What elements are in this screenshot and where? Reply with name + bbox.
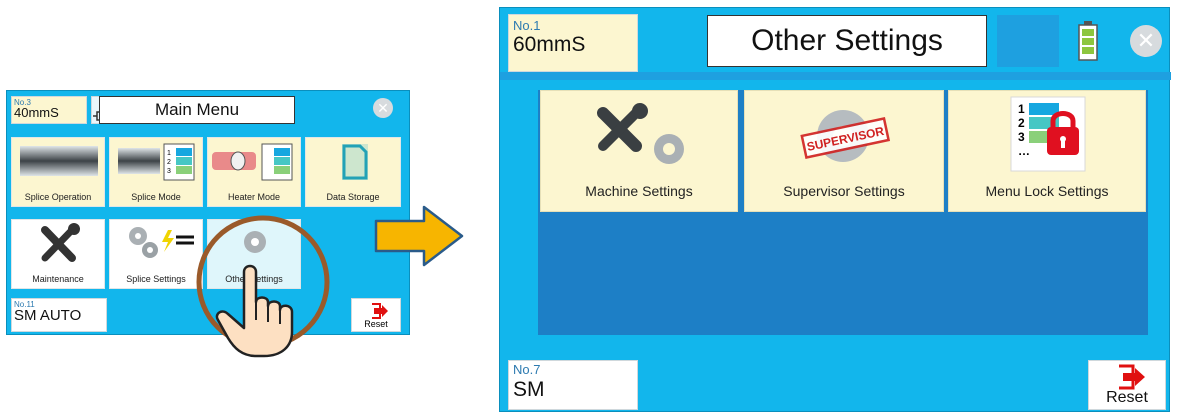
reset-button[interactable]: Reset	[351, 298, 401, 332]
page-title: Other Settings	[707, 15, 987, 67]
header-divider	[500, 72, 1171, 80]
close-icon[interactable]: ✕	[1130, 25, 1162, 57]
tile-label: Supervisor Settings	[783, 183, 905, 199]
status-area	[997, 15, 1059, 67]
svg-text:3: 3	[1018, 130, 1025, 144]
exit-icon	[1119, 364, 1145, 390]
tile-label: Menu Lock Settings	[985, 183, 1109, 199]
svg-text:…: …	[1018, 144, 1030, 158]
pointing-hand-icon	[215, 264, 294, 358]
tile-label: Maintenance	[32, 274, 84, 284]
profile-number: No.1	[513, 18, 541, 33]
svg-text:3: 3	[167, 168, 171, 175]
page-title: Main Menu	[99, 96, 295, 124]
data-storage-icon	[342, 144, 368, 180]
profile-mode: 40mmS	[14, 105, 59, 120]
right-arrow-icon	[374, 205, 464, 267]
right-screen: No.1 60mmS Other Settings ✕ Machine Sett…	[499, 7, 1171, 412]
svg-text:2: 2	[167, 159, 171, 166]
tile-heater-mode[interactable]: Heater Mode	[207, 137, 301, 207]
tile-label: Splice Operation	[24, 192, 92, 202]
tile-label: Splice Settings	[126, 274, 186, 284]
tile-maintenance[interactable]: Maintenance	[11, 219, 105, 289]
tools-gear-icon	[581, 101, 699, 171]
reset-button[interactable]: Reset	[1088, 360, 1166, 410]
tile-data-storage[interactable]: Data Storage	[305, 137, 401, 207]
profile-mode: 60mmS	[513, 33, 586, 56]
close-icon[interactable]: ✕	[373, 98, 393, 118]
exit-icon	[372, 303, 388, 319]
fiber-profile-box[interactable]: No.11 SM AUTO	[11, 298, 107, 332]
splice-profile-box[interactable]: No.3 40mmS	[11, 96, 87, 124]
splice-settings-icon	[129, 227, 194, 258]
tile-splice-settings[interactable]: Splice Settings	[109, 219, 203, 289]
profile-number: No.7	[513, 362, 541, 377]
tile-label: Data Storage	[326, 192, 380, 202]
splice-profile-box[interactable]: No.1 60mmS	[508, 14, 638, 72]
tile-menu-lock-settings[interactable]: 1 2 3 … Menu Lock Settings	[948, 90, 1146, 212]
tile-splice-mode[interactable]: 1 2 3 Splice Mode	[109, 137, 203, 207]
svg-text:2: 2	[1018, 116, 1025, 130]
svg-text:1: 1	[167, 150, 171, 157]
tile-label: Splice Mode	[131, 192, 181, 202]
tile-label: Machine Settings	[585, 183, 693, 199]
supervisor-stamp-icon: SUPERVISOR	[800, 110, 891, 162]
reset-label: Reset	[364, 319, 388, 329]
profile-mode: SM AUTO	[14, 307, 82, 324]
heater-mode-icon	[212, 143, 293, 181]
reset-label: Reset	[1106, 389, 1148, 406]
svg-text:1: 1	[1018, 102, 1025, 116]
battery-icon	[1078, 21, 1098, 61]
tile-label: Heater Mode	[227, 192, 281, 202]
settings-panel: Machine Settings SUPERVISOR Supervisor S…	[538, 90, 1148, 335]
splice-operation-icon	[20, 146, 98, 176]
tile-supervisor-settings[interactable]: SUPERVISOR Supervisor Settings	[744, 90, 944, 212]
tools-icon	[41, 223, 80, 262]
profile-mode: SM	[513, 378, 545, 401]
fiber-profile-box[interactable]: No.7 SM	[508, 360, 638, 410]
splice-mode-icon: 1 2 3	[118, 143, 195, 181]
tile-splice-operation[interactable]: Splice Operation	[11, 137, 105, 207]
lock-list-icon: 1 2 3 …	[1010, 96, 1086, 172]
tile-machine-settings[interactable]: Machine Settings	[540, 90, 738, 212]
